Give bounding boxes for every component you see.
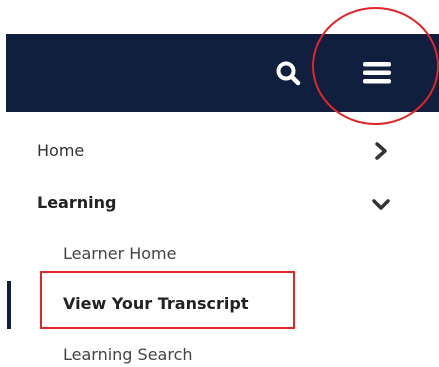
- chevron-right-icon[interactable]: [371, 141, 391, 161]
- nav-item-home[interactable]: Home: [37, 141, 84, 160]
- hamburger-menu-icon[interactable]: [362, 60, 392, 86]
- nav-subitem-view-your-transcript[interactable]: View Your Transcript: [63, 294, 248, 313]
- nav-subitem-learner-home[interactable]: Learner Home: [63, 244, 176, 263]
- nav-item-learning[interactable]: Learning: [37, 193, 116, 212]
- chevron-down-icon[interactable]: [371, 195, 391, 215]
- active-item-indicator: [7, 281, 11, 329]
- search-icon[interactable]: [275, 60, 301, 86]
- nav-subitem-learning-search[interactable]: Learning Search: [63, 345, 193, 364]
